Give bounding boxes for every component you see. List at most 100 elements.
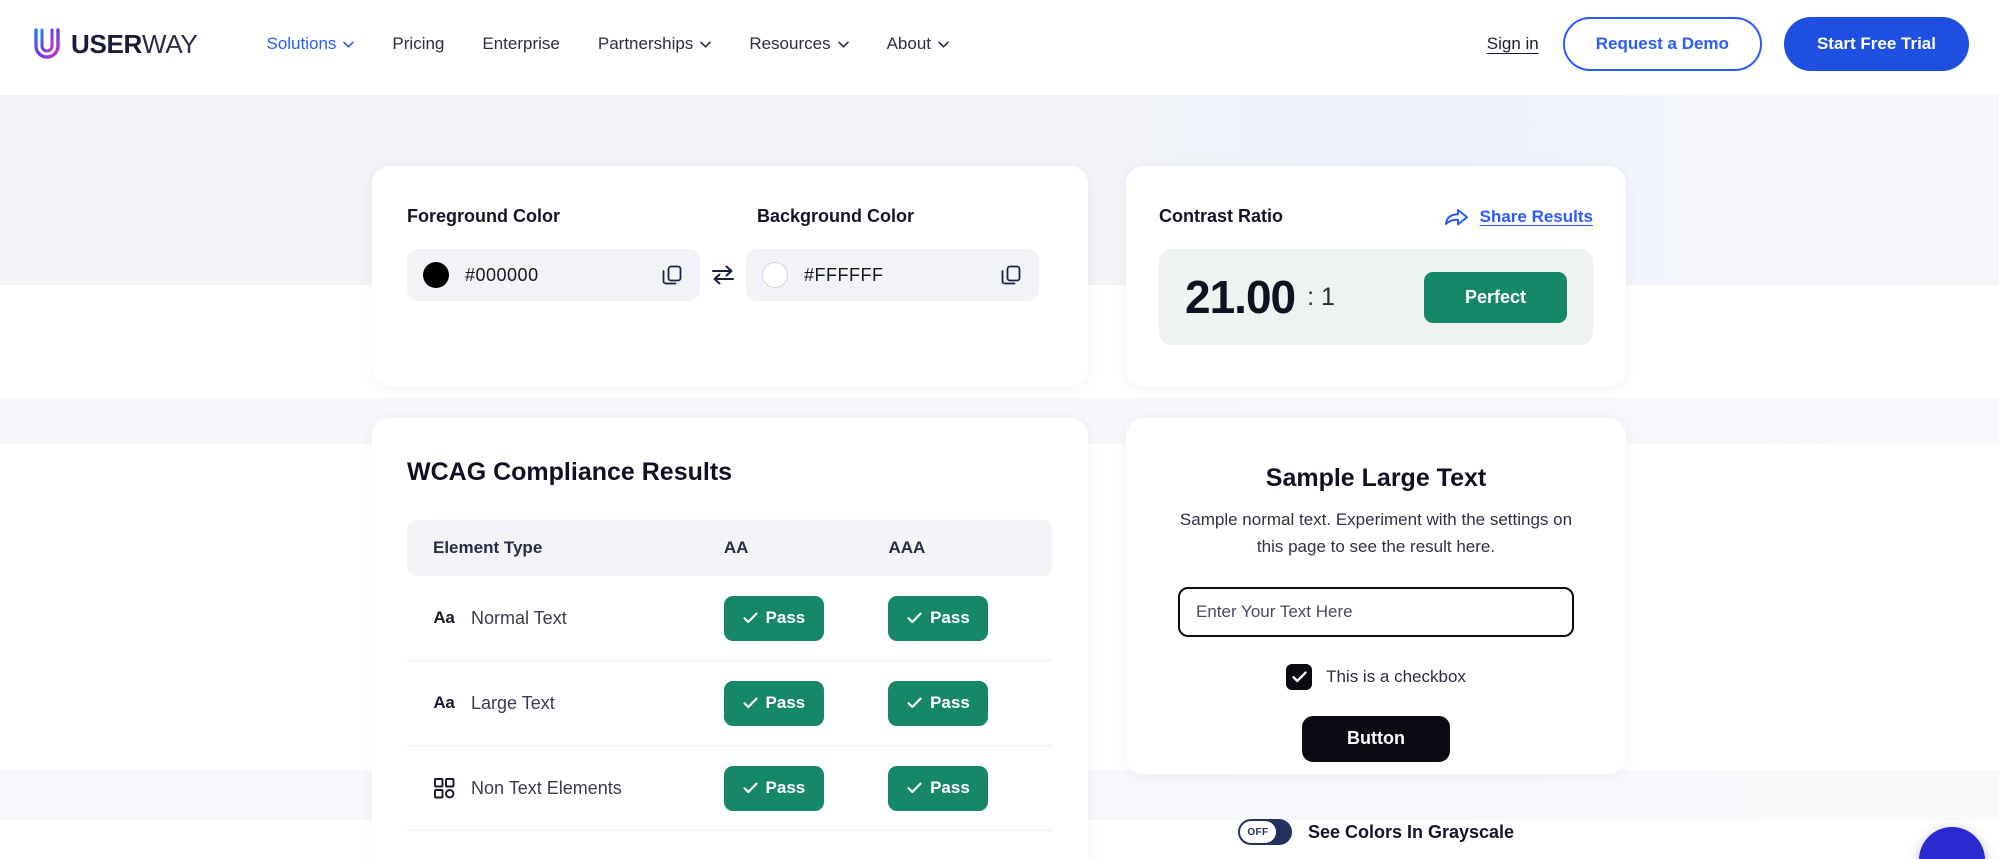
- chevron-down-icon: [700, 41, 712, 48]
- copy-icon[interactable]: [999, 263, 1023, 287]
- share-results-link[interactable]: Share Results: [1444, 207, 1593, 227]
- nav-label: Solutions: [266, 34, 337, 53]
- pass-label: Pass: [930, 608, 970, 627]
- contrast-ratio-header: Contrast Ratio Share Results: [1126, 166, 1626, 227]
- foreground-color-input[interactable]: #000000: [407, 249, 700, 301]
- contrast-ratio-separator: : 1: [1307, 282, 1335, 311]
- element-type-cell: Aa Large Text: [433, 692, 724, 714]
- contrast-ratio-value-box: 21.00 : 1 Perfect: [1159, 249, 1593, 345]
- column-header-element-type: Element Type: [433, 538, 543, 557]
- wcag-title: WCAG Compliance Results: [407, 458, 733, 486]
- check-icon: [742, 612, 758, 624]
- pass-badge[interactable]: Pass: [888, 595, 989, 641]
- swap-arrows-icon: [712, 265, 734, 285]
- nav-item-resources[interactable]: Resources: [730, 24, 867, 64]
- sign-in-link[interactable]: Sign in: [1485, 28, 1541, 60]
- swap-colors-button[interactable]: [700, 264, 746, 286]
- column-header-aa: AA: [723, 538, 749, 557]
- wcag-table: Element Type AA AAA Aa Normal Text Pass: [407, 520, 1053, 831]
- sample-preview-card: Sample Large Text Sample normal text. Ex…: [1126, 418, 1626, 774]
- request-demo-button[interactable]: Request a Demo: [1562, 17, 1762, 71]
- check-icon: [1291, 671, 1307, 682]
- chevron-down-icon: [837, 41, 849, 48]
- grayscale-toggle[interactable]: OFF: [1237, 819, 1292, 845]
- background-swatch[interactable]: [762, 262, 788, 288]
- userway-logo[interactable]: USERWAY: [32, 27, 198, 61]
- wcag-table-header: Element Type AA AAA: [407, 520, 1053, 576]
- page-root: USERWAY Solutions Pricing Enterprise Par…: [0, 0, 1999, 859]
- site-header: USERWAY Solutions Pricing Enterprise Par…: [0, 0, 1999, 88]
- check-icon: [907, 782, 922, 794]
- logo-wordmark: USERWAY: [71, 29, 198, 59]
- nav-item-partnerships[interactable]: Partnerships: [579, 24, 730, 64]
- element-type-name: Normal Text: [471, 607, 567, 628]
- sample-button[interactable]: Button: [1302, 715, 1450, 762]
- copy-icon[interactable]: [660, 263, 684, 287]
- color-labels-row: Foreground Color Background Color: [372, 166, 1088, 227]
- contrast-ratio-title: Contrast Ratio: [1159, 206, 1284, 226]
- sample-checkbox-row: This is a checkbox: [1126, 663, 1626, 690]
- userway-u-logo-icon: [32, 27, 62, 61]
- color-picker-card: Foreground Color Background Color #00000…: [372, 166, 1088, 386]
- contrast-rating-badge[interactable]: Perfect: [1423, 271, 1567, 323]
- pass-label: Pass: [930, 693, 970, 712]
- contrast-ratio-value: 21.00: [1185, 271, 1296, 323]
- start-free-trial-button[interactable]: Start Free Trial: [1783, 17, 1969, 71]
- logo-way: WAY: [142, 29, 198, 59]
- chevron-down-icon: [938, 41, 949, 48]
- pass-badge[interactable]: Pass: [723, 765, 824, 811]
- nav-label: About: [886, 34, 932, 53]
- foreground-hex-value: #000000: [465, 264, 539, 285]
- nav-item-solutions[interactable]: Solutions: [247, 24, 373, 64]
- chevron-down-icon: [343, 41, 355, 48]
- sample-checkbox-label: This is a checkbox: [1326, 666, 1466, 686]
- element-type-name: Large Text: [471, 692, 555, 713]
- share-results-label: Share Results: [1479, 206, 1593, 226]
- table-row: Aa Large Text Pass Pass: [407, 661, 1053, 746]
- element-type-cell: Aa Normal Text: [433, 607, 724, 629]
- grayscale-toggle-label: See Colors In Grayscale: [1307, 821, 1515, 842]
- sample-checkbox[interactable]: [1286, 663, 1313, 690]
- main-nav: Solutions Pricing Enterprise Partnership…: [247, 24, 968, 64]
- nav-item-about[interactable]: About: [868, 24, 968, 64]
- nav-label: Pricing: [392, 34, 445, 53]
- background-hex-value: #FFFFFF: [804, 264, 884, 285]
- grid-blocks-icon: [433, 777, 455, 799]
- pass-badge[interactable]: Pass: [723, 680, 824, 726]
- header-actions: Sign in Request a Demo Start Free Trial: [1485, 17, 1969, 71]
- share-arrow-icon: [1444, 208, 1468, 225]
- sample-normal-text: Sample normal text. Experiment with the …: [1179, 510, 1573, 556]
- foreground-swatch[interactable]: [423, 262, 449, 288]
- nav-label: Resources: [749, 34, 831, 53]
- pass-badge[interactable]: Pass: [888, 765, 989, 811]
- aa-glyph: Aa: [433, 693, 455, 712]
- aa-glyph: Aa: [433, 608, 455, 627]
- color-inputs-row: #000000 #FFFFFF: [372, 227, 1088, 301]
- text-aa-icon: Aa: [433, 692, 455, 714]
- aa-result-cell: Pass: [723, 680, 889, 726]
- aa-result-cell: Pass: [723, 765, 889, 811]
- pass-badge[interactable]: Pass: [888, 680, 989, 726]
- nav-item-enterprise[interactable]: Enterprise: [463, 24, 578, 64]
- table-row: Non Text Elements Pass Pass: [407, 746, 1053, 831]
- background-color-label: Background Color: [757, 206, 915, 226]
- accessibility-widget-button[interactable]: [1919, 827, 1985, 859]
- pass-label: Pass: [930, 778, 970, 797]
- text-aa-icon: Aa: [433, 607, 455, 629]
- pass-badge[interactable]: Pass: [723, 595, 824, 641]
- foreground-color-label: Foreground Color: [407, 206, 560, 226]
- aa-result-cell: Pass: [723, 595, 889, 641]
- check-icon: [907, 697, 922, 709]
- nav-item-pricing[interactable]: Pricing: [373, 24, 463, 64]
- background-color-input[interactable]: #FFFFFF: [746, 249, 1039, 301]
- sample-text-input[interactable]: Enter Your Text Here: [1178, 586, 1574, 637]
- pass-label: Pass: [765, 693, 806, 712]
- column-header-aaa: AAA: [888, 538, 926, 557]
- check-icon: [742, 782, 758, 794]
- pass-label: Pass: [765, 608, 806, 627]
- sample-large-text-heading: Sample Large Text: [1265, 464, 1487, 492]
- grayscale-toggle-row: OFF See Colors In Grayscale: [1126, 810, 1626, 854]
- aaa-result-cell: Pass: [888, 680, 1053, 726]
- check-icon: [907, 612, 922, 624]
- element-type-cell: Non Text Elements: [433, 777, 724, 799]
